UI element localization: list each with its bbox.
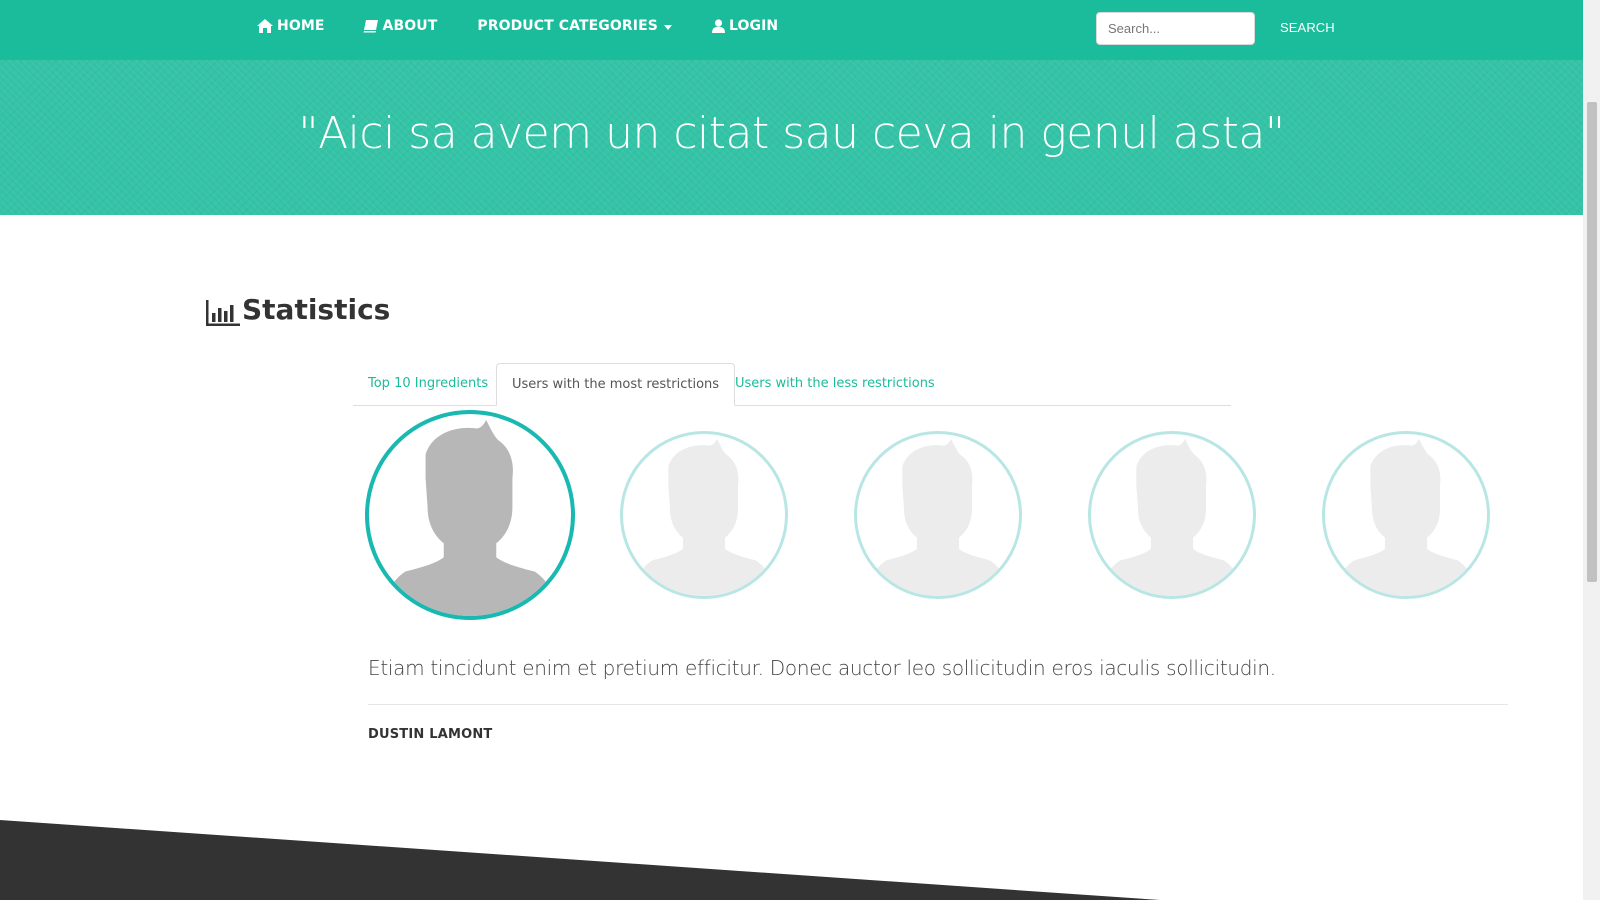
user-silhouette-icon [1334, 438, 1478, 596]
statistics-tabs: Top 10 Ingredients Users with the most r… [353, 363, 1231, 406]
nav-categories-label: PRODUCT CATEGORIES [477, 18, 658, 34]
statistics-heading: Statistics [206, 293, 390, 326]
home-icon [257, 19, 273, 33]
nav-home-link[interactable]: HOME [257, 18, 325, 34]
tab-users-less-restrictions[interactable]: Users with the less restrictions [735, 363, 935, 404]
user-silhouette-icon [866, 438, 1010, 596]
testimonial-author: DUSTIN LAMONT [368, 727, 493, 742]
book-icon [363, 19, 379, 33]
nav-login-link[interactable]: LOGIN [711, 18, 779, 34]
tab-users-most-restrictions[interactable]: Users with the most restrictions [496, 363, 736, 406]
nav-home-label: HOME [277, 18, 325, 34]
avatar-2[interactable] [620, 431, 788, 599]
nav-about-label: ABOUT [382, 18, 438, 34]
top-navbar: HOME ABOUT PRODUCT CATEGORIES LOGIN Sear… [0, 0, 1583, 60]
nav-about-link[interactable]: ABOUT [363, 18, 438, 34]
statistics-title: Statistics [242, 293, 391, 326]
tab-top-10-ingredients[interactable]: Top 10 Ingredients [368, 363, 488, 404]
hero-banner: "Aici sa avem un citat sau ceva in genul… [0, 60, 1583, 215]
footer-background [0, 820, 1160, 900]
hero-quote: "Aici sa avem un citat sau ceva in genul… [298, 108, 1285, 159]
vertical-scrollbar[interactable] [1583, 0, 1600, 900]
scrollbar-thumb[interactable] [1587, 102, 1597, 582]
nav-menu: HOME ABOUT PRODUCT CATEGORIES LOGIN [257, 18, 778, 34]
avatar-3[interactable] [854, 431, 1022, 599]
user-silhouette-icon [1100, 438, 1244, 596]
bar-chart-icon [206, 300, 240, 326]
chevron-down-icon [663, 24, 672, 30]
page: HOME ABOUT PRODUCT CATEGORIES LOGIN Sear… [0, 0, 1600, 900]
avatar-5[interactable] [1322, 431, 1490, 599]
search-input[interactable] [1096, 12, 1255, 45]
testimonial-text: Etiam tincidunt enim et pretium efficitu… [368, 656, 1276, 680]
user-silhouette-icon [632, 438, 776, 596]
nav-product-categories-dropdown[interactable]: PRODUCT CATEGORIES [477, 18, 672, 34]
user-icon [711, 19, 725, 33]
search-button[interactable]: SEARCH [1280, 20, 1335, 35]
nav-login-label: LOGIN [728, 18, 779, 34]
avatar-4[interactable] [1088, 431, 1256, 599]
avatar-active[interactable] [365, 410, 575, 620]
divider [368, 704, 1508, 705]
user-silhouette-icon [381, 420, 559, 616]
